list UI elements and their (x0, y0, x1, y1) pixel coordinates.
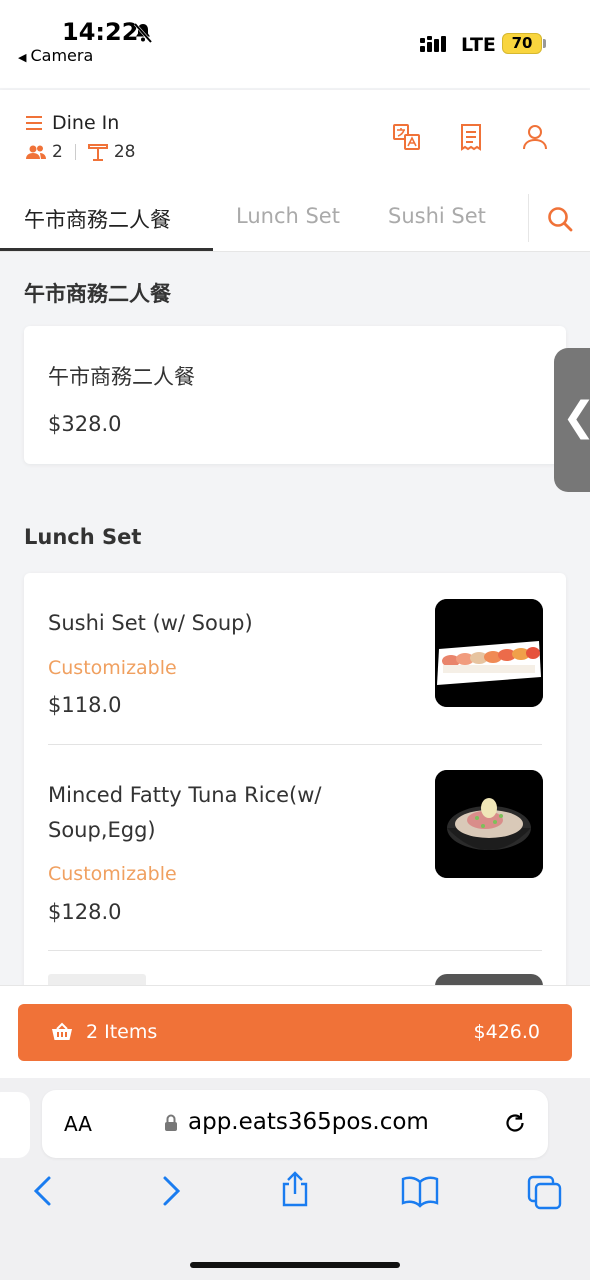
browser-toolbar: AA app.eats365pos.com (0, 1078, 590, 1280)
address-bar[interactable]: AA app.eats365pos.com (42, 1090, 548, 1158)
back-to-app-link[interactable]: ◀ Camera (18, 46, 93, 65)
dine-mode-label: Dine In (52, 112, 120, 134)
basket-icon (52, 1022, 72, 1040)
item-name: Minced Fatty Tuna Rice(w/ Soup,Egg) (48, 783, 322, 842)
item-price: $328.0 (48, 412, 122, 436)
app-header: Dine In 2 28 (0, 90, 590, 184)
text-size-button[interactable]: AA (64, 1112, 92, 1136)
network-type: LTE (461, 34, 496, 56)
item-price: $118.0 (48, 693, 122, 717)
url-text: app.eats365pos.com (188, 1109, 429, 1135)
status-bar: 14:22 ◀ Camera LTE 70 (0, 0, 590, 88)
forward-icon[interactable] (158, 1174, 184, 1212)
back-icon[interactable] (30, 1174, 56, 1212)
share-icon[interactable] (279, 1170, 311, 1212)
signal-icon (420, 36, 448, 58)
battery-tip (543, 39, 546, 48)
lunch-set-list: Sushi Set (w/ Soup) Customizable $118.0 … (24, 573, 566, 1013)
tab-divider (528, 194, 529, 242)
sushi-set-photo (435, 599, 543, 707)
back-triangle-icon: ◀ (18, 51, 27, 64)
table-icon (87, 144, 108, 161)
search-icon[interactable] (546, 205, 574, 237)
lock-icon (165, 1114, 177, 1131)
item-divider (48, 950, 542, 951)
menu-item-card[interactable]: 午市商務二人餐 $328.0 (24, 326, 566, 464)
tab-lunch-set[interactable]: Lunch Set (236, 204, 340, 228)
item-name: 午市商務二人餐 (48, 365, 195, 389)
tab-lunch-business-for-two[interactable]: 午市商務二人餐 (24, 204, 171, 234)
table-number: 28 (113, 142, 136, 162)
side-panel-handle[interactable]: ❮ (554, 348, 590, 492)
translate-icon[interactable] (392, 122, 422, 152)
receipt-icon[interactable] (456, 122, 486, 152)
view-cart-button[interactable]: 2 Items $426.0 (18, 1004, 572, 1061)
back-app-label: Camera (30, 46, 94, 65)
active-tab-indicator (0, 248, 213, 251)
dine-mode-selector[interactable]: Dine In (26, 112, 119, 134)
battery-level: 70 (511, 34, 533, 52)
customizable-tag: Customizable (48, 657, 177, 679)
section-title-business-set: 午市商務二人餐 (24, 282, 171, 306)
customizable-tag: Customizable (48, 863, 177, 885)
tabs-icon[interactable] (526, 1174, 564, 1214)
chevron-left-icon: ❮ (562, 394, 590, 440)
reload-icon[interactable] (502, 1110, 528, 1136)
account-icon[interactable] (520, 122, 550, 152)
status-time: 14:22 (62, 18, 139, 46)
item-name: Sushi Set (w/ Soup) (48, 611, 253, 635)
previous-tab-preview[interactable] (0, 1092, 30, 1158)
menu-item-tuna-rice[interactable]: Minced Fatty Tuna Rice(w/ Soup,Egg) Cust… (24, 745, 566, 950)
battery-icon: 70 (502, 33, 542, 54)
bookmarks-icon[interactable] (400, 1174, 440, 1212)
tab-sushi-set[interactable]: Sushi Set (388, 204, 486, 228)
silent-bell-icon (132, 22, 154, 48)
menu-icon (26, 116, 42, 130)
info-separator (74, 144, 76, 160)
table-info: 2 28 (26, 142, 135, 162)
cart-total: $426.0 (473, 1021, 540, 1043)
section-title-lunch-set: Lunch Set (24, 525, 142, 549)
guests-icon (26, 145, 46, 159)
cart-footer: 2 Items $426.0 (0, 985, 590, 1078)
tuna-rice-bowl-photo (435, 770, 543, 878)
item-price: $128.0 (48, 900, 122, 924)
guest-count: 2 (52, 142, 63, 162)
menu-item-sushi-set[interactable]: Sushi Set (w/ Soup) Customizable $118.0 (24, 573, 566, 743)
home-indicator (190, 1262, 400, 1268)
cart-item-count: 2 Items (86, 1021, 158, 1043)
category-tabs: 午市商務二人餐 Lunch Set Sushi Set (0, 184, 590, 252)
